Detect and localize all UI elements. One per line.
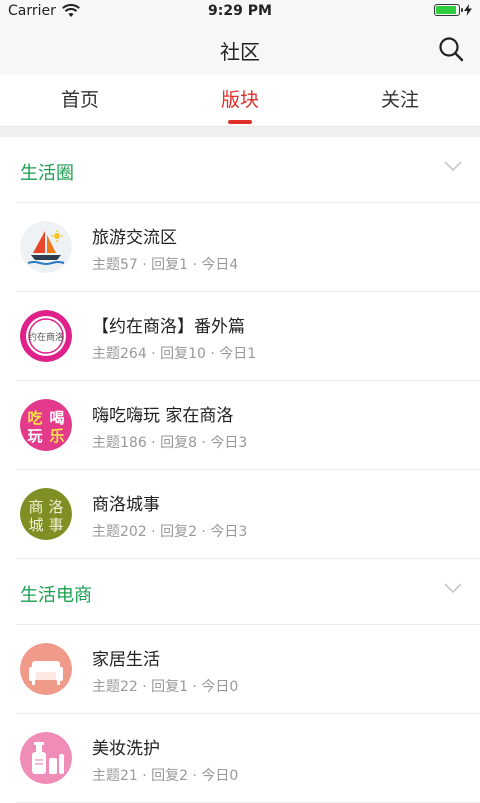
forum-stats: 主题264 · 回复10 · 今日1	[92, 346, 257, 362]
forum-stats: 主题21 · 回复2 · 今日0	[92, 768, 239, 784]
chevron-down-icon	[444, 161, 462, 172]
forum-title: 旅游交流区	[92, 228, 177, 248]
forum-stats: 主题186 · 回复8 · 今日3	[92, 435, 248, 451]
tab-active-indicator	[228, 120, 252, 124]
sofa-icon	[20, 643, 72, 695]
forum-title: 商洛城事	[92, 495, 160, 515]
status-bar: Carrier 9:29 PM	[0, 0, 480, 24]
tab-bar: 首页 版块 关注	[0, 74, 480, 127]
forum-item-city-news[interactable]: 商 洛 城 事 商洛城事 主题202 · 回复2 · 今日3	[16, 470, 480, 559]
forum-item-travel[interactable]: 旅游交流区 主题57 · 回复1 · 今日4	[16, 203, 480, 292]
section-header-life-shop[interactable]: 生活电商	[16, 559, 480, 625]
forum-item-home-living[interactable]: 家居生活 主题22 · 回复1 · 今日0	[16, 625, 480, 714]
tab-label: 首页	[60, 89, 99, 111]
forum-item-eat-play[interactable]: 吃 喝 玩 乐 嗨吃嗨玩 家在商洛 主题186 · 回复8 · 今日3	[16, 381, 480, 470]
section-divider	[0, 127, 480, 137]
tab-home[interactable]: 首页	[0, 74, 160, 126]
tab-sections[interactable]: 版块	[160, 74, 320, 126]
battery-icon	[434, 4, 463, 16]
logo-char: 事	[48, 516, 63, 534]
yuezai-logo-icon: 约在商洛	[20, 310, 72, 362]
forum-stats: 主题202 · 回复2 · 今日3	[92, 524, 248, 540]
cosmetics-icon	[20, 732, 72, 784]
forum-item-yuezai[interactable]: 约在商洛 【约在商洛】番外篇 主题264 · 回复10 · 今日1	[16, 292, 480, 381]
charging-icon	[464, 4, 472, 16]
yuezai-logo-text: 约在商洛	[28, 331, 64, 343]
status-right	[434, 4, 472, 16]
logo-char: 城	[28, 516, 43, 534]
logo-char: 玩	[27, 427, 42, 445]
city-news-logo-icon: 商 洛 城 事	[20, 488, 72, 540]
forum-title: 家居生活	[92, 650, 160, 670]
section-title: 生活电商	[20, 585, 92, 606]
forum-title: 嗨吃嗨玩 家在商洛	[92, 406, 234, 426]
section-title: 生活圈	[20, 163, 74, 184]
logo-char: 吃	[27, 409, 42, 427]
forum-title: 【约在商洛】番外篇	[92, 317, 245, 337]
section-header-life-circle[interactable]: 生活圈	[16, 137, 480, 203]
sailboat-icon	[20, 221, 72, 273]
nav-bar: 社区	[0, 24, 480, 74]
battery-fill	[436, 6, 456, 14]
forum-list: 生活圈 旅游交流区 主题57 · 回复1 · 今日4 约在商洛 【约在商洛】番外…	[0, 137, 480, 803]
logo-char: 洛	[48, 498, 63, 516]
search-icon[interactable]	[438, 36, 464, 62]
logo-char: 喝	[49, 409, 64, 427]
logo-char: 乐	[49, 427, 64, 445]
tab-label: 版块	[220, 89, 259, 111]
page-title: 社区	[220, 40, 260, 64]
eat-play-logo-icon: 吃 喝 玩 乐	[20, 399, 72, 451]
tab-following[interactable]: 关注	[320, 74, 480, 126]
forum-stats: 主题57 · 回复1 · 今日4	[92, 257, 239, 273]
forum-title: 美妆洗护	[92, 739, 160, 759]
tab-label: 关注	[380, 89, 419, 111]
logo-char: 商	[28, 498, 43, 516]
forum-item-beauty[interactable]: 美妆洗护 主题21 · 回复2 · 今日0	[16, 714, 480, 803]
forum-stats: 主题22 · 回复1 · 今日0	[92, 679, 239, 695]
chevron-down-icon	[444, 583, 462, 594]
status-time: 9:29 PM	[208, 3, 272, 19]
